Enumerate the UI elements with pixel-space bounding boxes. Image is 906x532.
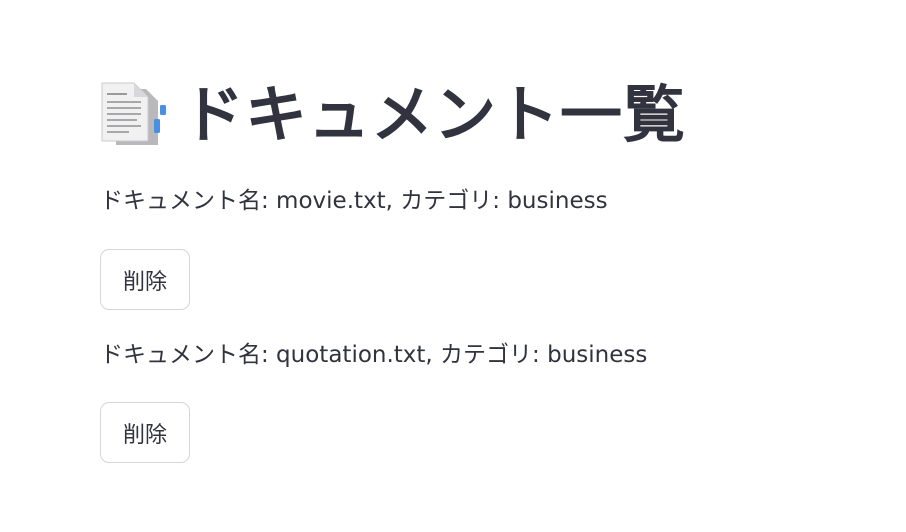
document-item-text: ドキュメント名: movie.txt, カテゴリ: business <box>100 188 608 214</box>
document-item-text: ドキュメント名: quotation.txt, カテゴリ: business <box>100 342 648 368</box>
page-title-text: ドキュメント一覧 <box>182 78 687 151</box>
document-icon <box>100 79 172 151</box>
page-title: ドキュメント一覧 <box>100 74 686 156</box>
delete-button[interactable]: 削除 <box>100 402 190 463</box>
delete-button[interactable]: 削除 <box>100 249 190 310</box>
